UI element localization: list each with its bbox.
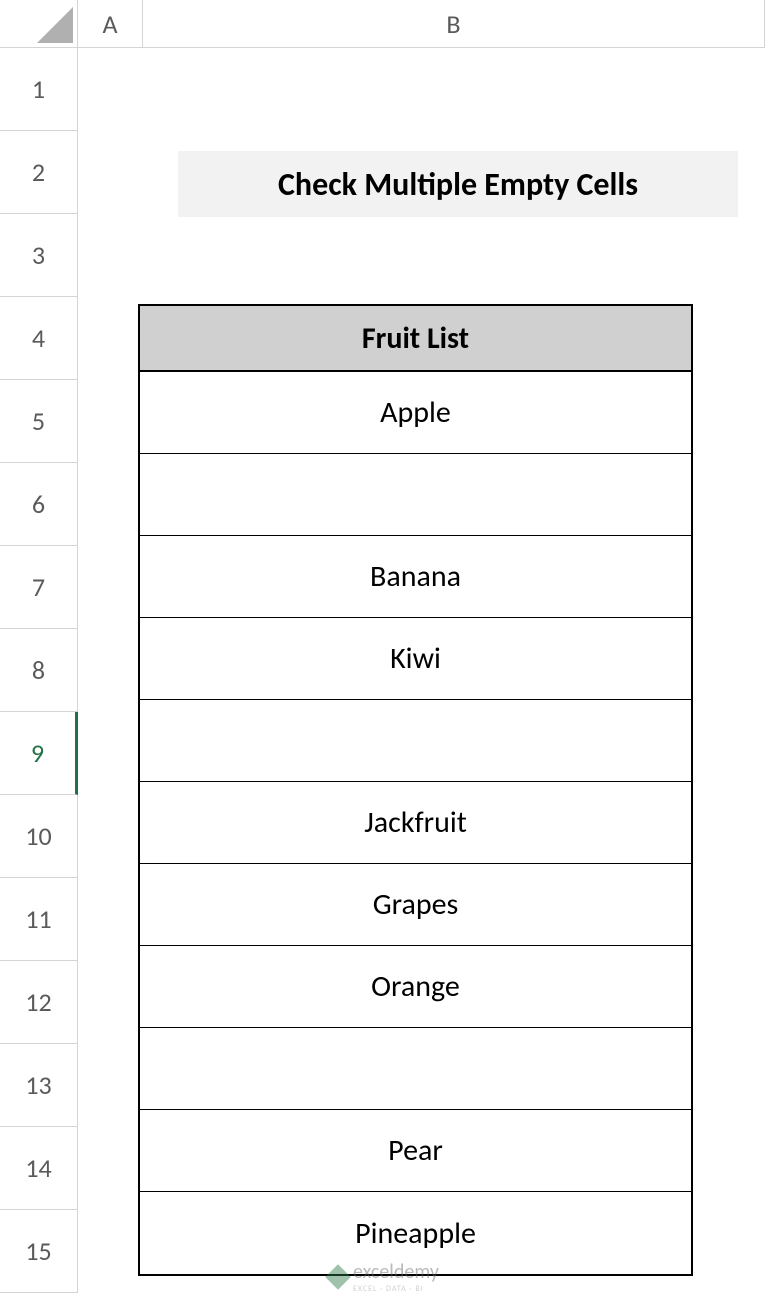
row-header-6[interactable]: 6 <box>0 463 78 546</box>
row-header-8[interactable]: 8 <box>0 629 78 712</box>
watermark-name: exceldemy <box>353 1260 439 1284</box>
row-header-11[interactable]: 11 <box>0 878 78 961</box>
row-header-4[interactable]: 4 <box>0 297 78 380</box>
row-header-5[interactable]: 5 <box>0 380 78 463</box>
row-header-7[interactable]: 7 <box>0 546 78 629</box>
logo-icon <box>325 1264 350 1289</box>
row-header-3[interactable]: 3 <box>0 214 78 297</box>
select-all-button[interactable] <box>0 0 78 48</box>
row-header-2[interactable]: 2 <box>0 131 78 214</box>
row-header-15[interactable]: 15 <box>0 1210 78 1293</box>
row-header-10[interactable]: 10 <box>0 795 78 878</box>
row-header-9[interactable]: 9 <box>0 712 78 795</box>
fruit-table: Fruit List Apple Banana Kiwi Jackfruit G… <box>138 304 693 1276</box>
column-header-b[interactable]: B <box>143 0 765 48</box>
table-header[interactable]: Fruit List <box>140 306 691 372</box>
table-row[interactable]: Orange <box>140 946 691 1028</box>
table-row[interactable]: Kiwi <box>140 618 691 700</box>
grid-area[interactable]: Check Multiple Empty Cells Fruit List Ap… <box>78 48 768 1310</box>
row-header-1[interactable]: 1 <box>0 48 78 131</box>
table-row[interactable]: Apple <box>140 372 691 454</box>
table-row[interactable] <box>140 700 691 782</box>
table-row[interactable]: Banana <box>140 536 691 618</box>
table-row[interactable]: Pear <box>140 1110 691 1192</box>
page-title[interactable]: Check Multiple Empty Cells <box>178 151 738 217</box>
table-row[interactable] <box>140 454 691 536</box>
watermark-tagline: EXCEL · DATA · BI <box>353 1284 439 1294</box>
column-header-a[interactable]: A <box>78 0 143 48</box>
row-header-12[interactable]: 12 <box>0 961 78 1044</box>
row-headers: 1 2 3 4 5 6 7 8 9 10 11 12 13 14 15 <box>0 48 78 1293</box>
table-row[interactable]: Jackfruit <box>140 782 691 864</box>
row-header-14[interactable]: 14 <box>0 1127 78 1210</box>
table-row[interactable]: Grapes <box>140 864 691 946</box>
column-headers: A B <box>78 0 768 48</box>
row-header-13[interactable]: 13 <box>0 1044 78 1127</box>
table-row[interactable] <box>140 1028 691 1110</box>
watermark: exceldemy EXCEL · DATA · BI <box>329 1260 439 1294</box>
